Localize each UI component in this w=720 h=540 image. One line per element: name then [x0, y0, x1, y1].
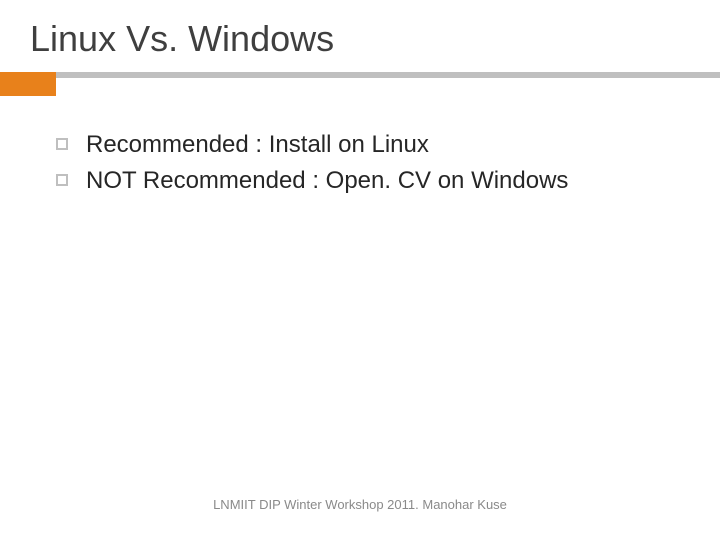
square-bullet-icon — [56, 138, 68, 150]
accent-block — [0, 72, 56, 96]
title-underline — [0, 72, 720, 78]
square-bullet-icon — [56, 174, 68, 186]
content-area: Recommended : Install on Linux NOT Recom… — [0, 78, 720, 196]
slide-title: Linux Vs. Windows — [0, 18, 720, 72]
footer-text: LNMIIT DIP Winter Workshop 2011. Manohar… — [0, 497, 720, 512]
bullet-text: NOT Recommended : Open. CV on Windows — [86, 166, 568, 196]
list-item: NOT Recommended : Open. CV on Windows — [56, 166, 690, 196]
list-item: Recommended : Install on Linux — [56, 130, 690, 160]
slide: Linux Vs. Windows Recommended : Install … — [0, 0, 720, 540]
bullet-text: Recommended : Install on Linux — [86, 130, 429, 160]
